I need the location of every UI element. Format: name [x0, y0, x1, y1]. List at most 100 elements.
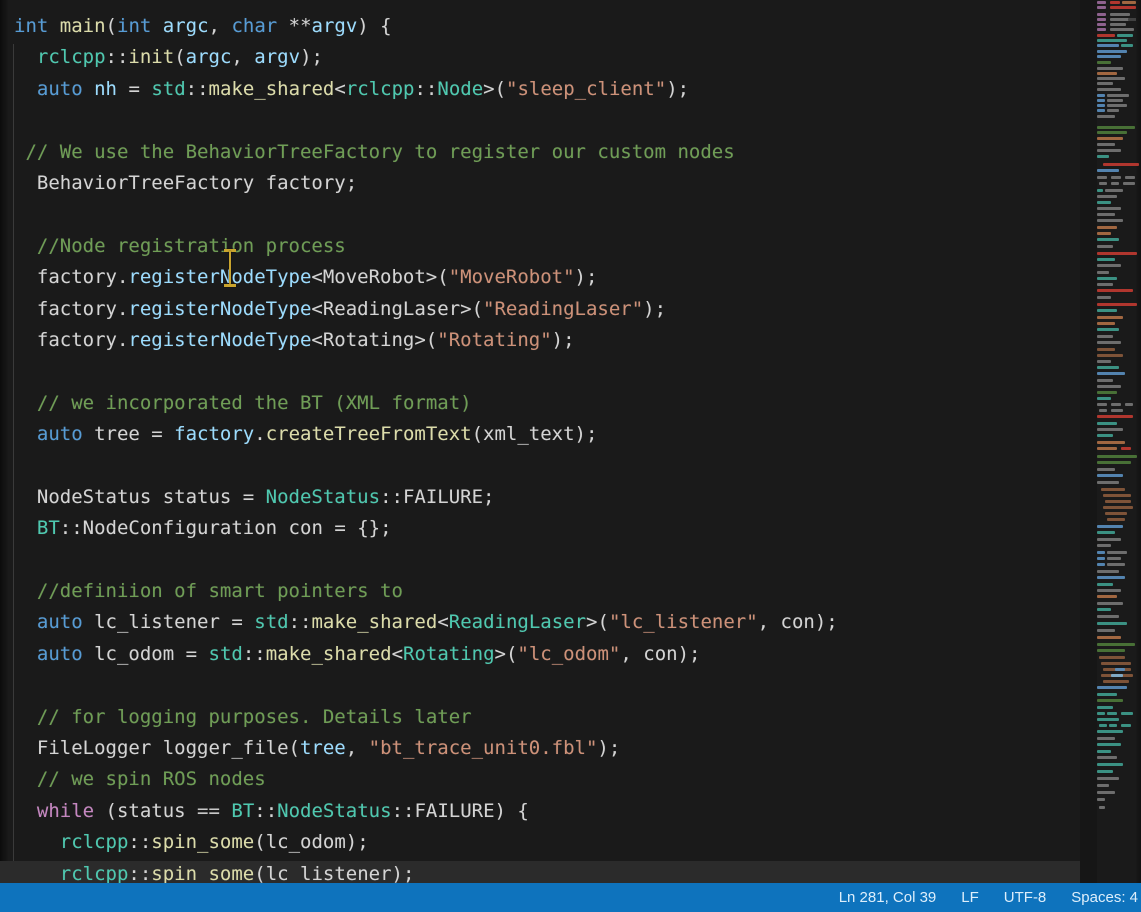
minimap-line — [1123, 182, 1135, 185]
code-line[interactable]: NodeStatus status = NodeStatus::FAILURE; — [14, 482, 838, 513]
code-line[interactable] — [14, 450, 838, 481]
minimap-line — [1097, 226, 1117, 229]
code-line[interactable]: factory.registerNodeType<ReadingLaser>("… — [14, 294, 838, 325]
code-editor[interactable]: int main(int argc, char **argv) { rclcpp… — [14, 11, 838, 890]
minimap-line — [1110, 28, 1134, 31]
vscode-editor-window: int main(int argc, char **argv) { rclcpp… — [0, 0, 1141, 912]
code-line[interactable] — [14, 545, 838, 576]
minimap-line — [1097, 44, 1119, 47]
code-line[interactable]: //definiion of smart pointers to — [14, 576, 838, 607]
code-line[interactable]: // We use the BehaviorTreeFactory to reg… — [14, 137, 838, 168]
minimap-line — [1097, 39, 1127, 42]
code-line[interactable]: auto tree = factory.createTreeFromText(x… — [14, 419, 838, 450]
code-line[interactable]: rclcpp::init(argc, argv); — [14, 42, 838, 73]
status-bar: Ln 281, Col 39 LF UTF-8 Spaces: 4 — [0, 883, 1141, 912]
status-indentation[interactable]: Spaces: 4 — [1071, 889, 1138, 906]
minimap-line — [1097, 238, 1119, 241]
minimap-line — [1097, 55, 1121, 58]
minimap-line — [1097, 34, 1115, 37]
minimap-line — [1097, 264, 1121, 267]
minimap-line — [1111, 674, 1123, 677]
minimap-line — [1097, 693, 1117, 696]
code-line[interactable]: // for logging purposes. Details later — [14, 702, 838, 733]
minimap-line — [1097, 115, 1115, 118]
minimap-line — [1097, 447, 1117, 450]
minimap-line — [1097, 706, 1113, 709]
minimap-line — [1097, 372, 1125, 375]
minimap-line — [1097, 88, 1121, 91]
minimap-line — [1097, 468, 1115, 471]
minimap-line — [1097, 176, 1107, 179]
code-line[interactable]: BT::NodeConfiguration con = {}; — [14, 513, 838, 544]
minimap-line — [1097, 316, 1123, 319]
status-cursor-position[interactable]: Ln 281, Col 39 — [839, 889, 937, 906]
minimap-line — [1097, 354, 1123, 357]
status-encoding[interactable]: UTF-8 — [1004, 889, 1047, 906]
minimap-line — [1117, 34, 1133, 37]
minimap-line — [1097, 422, 1117, 425]
code-line[interactable] — [14, 105, 838, 136]
minimap-line — [1097, 557, 1105, 560]
minimap-line — [1097, 798, 1105, 801]
code-line[interactable] — [14, 356, 838, 387]
code-line[interactable]: BehaviorTreeFactory factory; — [14, 168, 838, 199]
minimap-line — [1097, 155, 1109, 158]
status-eol[interactable]: LF — [961, 889, 979, 906]
minimap-line — [1097, 258, 1115, 261]
minimap-line — [1097, 28, 1106, 31]
code-line[interactable] — [14, 670, 838, 701]
minimap-line — [1125, 403, 1133, 406]
minimap-line — [1097, 149, 1121, 152]
minimap-line — [1097, 570, 1119, 573]
code-line[interactable]: FileLogger logger_file(tree, "bt_trace_u… — [14, 733, 838, 764]
minimap-line — [1097, 277, 1117, 280]
minimap-line — [1107, 712, 1117, 715]
minimap-line — [1097, 72, 1117, 75]
minimap-line — [1097, 481, 1119, 484]
code-line[interactable] — [14, 199, 838, 230]
minimap-line — [1099, 409, 1107, 412]
code-line[interactable]: //Node registration process — [14, 231, 838, 262]
code-line[interactable]: // we incorporated the BT (XML format) — [14, 388, 838, 419]
code-line[interactable]: while (status == BT::NodeStatus::FAILURE… — [14, 796, 838, 827]
minimap-line — [1107, 104, 1127, 107]
minimap-line — [1097, 61, 1111, 64]
minimap-line — [1097, 544, 1111, 547]
code-line[interactable]: factory.registerNodeType<Rotating>("Rota… — [14, 325, 838, 356]
minimap-line — [1097, 622, 1127, 625]
minimap-line — [1097, 283, 1113, 286]
code-line[interactable]: factory.registerNodeType<MoveRobot>("Mov… — [14, 262, 838, 293]
minimap-line — [1097, 712, 1105, 715]
minimap-line — [1105, 512, 1127, 515]
code-line[interactable]: int main(int argc, char **argv) { — [14, 11, 838, 42]
minimap-line — [1097, 385, 1121, 388]
minimap-line — [1111, 176, 1121, 179]
code-line[interactable]: auto lc_odom = std::make_shared<Rotating… — [14, 639, 838, 670]
minimap-line — [1097, 643, 1135, 646]
minimap-line — [1097, 126, 1135, 129]
minimap-line — [1097, 143, 1115, 146]
minimap-line — [1097, 109, 1105, 112]
editor-minimap-gap — [1080, 0, 1097, 884]
minimap[interactable] — [1097, 0, 1141, 822]
minimap-line — [1097, 434, 1113, 437]
code-line[interactable]: auto nh = std::make_shared<rclcpp::Node>… — [14, 74, 838, 105]
minimap-line — [1107, 109, 1119, 112]
code-line[interactable]: // we spin ROS nodes — [14, 764, 838, 795]
minimap-line — [1097, 461, 1131, 464]
minimap-line — [1097, 791, 1115, 794]
minimap-line — [1097, 348, 1115, 351]
code-line[interactable]: auto lc_listener = std::make_shared<Read… — [14, 607, 838, 638]
minimap-line — [1110, 1, 1120, 4]
minimap-line — [1097, 13, 1106, 16]
minimap-line — [1097, 563, 1105, 566]
minimap-line — [1097, 67, 1123, 70]
minimap-line — [1097, 428, 1123, 431]
minimap-line — [1107, 518, 1125, 521]
minimap-line — [1097, 743, 1121, 746]
minimap-line — [1103, 506, 1133, 509]
minimap-line — [1099, 182, 1107, 185]
minimap-line — [1097, 525, 1123, 528]
minimap-line — [1097, 296, 1111, 299]
code-line[interactable]: rclcpp::spin_some(lc_odom); — [14, 827, 838, 858]
